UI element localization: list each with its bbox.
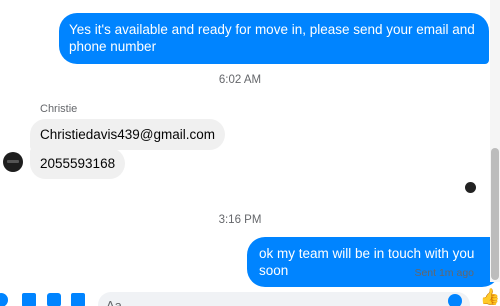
delivery-status: Sent 1m ago [414, 267, 474, 279]
plus-icon[interactable] [0, 293, 8, 306]
scrollbar-track[interactable] [490, 0, 500, 282]
sender-name: Christie [40, 103, 78, 115]
gif-icon[interactable] [71, 293, 85, 306]
chat-thread: Yes it's available and ready for move in… [0, 0, 500, 306]
scrollbar-thumb[interactable] [491, 148, 499, 280]
sticker-icon[interactable] [47, 293, 61, 306]
message-composer: 👍 [0, 288, 500, 306]
read-receipt-avatar [465, 182, 476, 193]
message-input[interactable] [98, 292, 470, 306]
incoming-message-email[interactable]: Christiedavis439@gmail.com [30, 119, 226, 150]
sender-avatar[interactable] [3, 152, 23, 172]
outgoing-message[interactable]: ok my team will be in touch with you soo… [247, 237, 500, 287]
image-icon[interactable] [22, 293, 36, 306]
outgoing-message[interactable]: Yes it's available and ready for move in… [59, 13, 489, 64]
thumbs-up-icon[interactable]: 👍 [480, 290, 500, 306]
message-timestamp: 3:16 PM [218, 214, 262, 226]
emoji-icon[interactable] [448, 294, 462, 306]
message-timestamp: 6:02 AM [218, 74, 262, 86]
incoming-message-phone[interactable]: 2055593168 [30, 148, 126, 179]
